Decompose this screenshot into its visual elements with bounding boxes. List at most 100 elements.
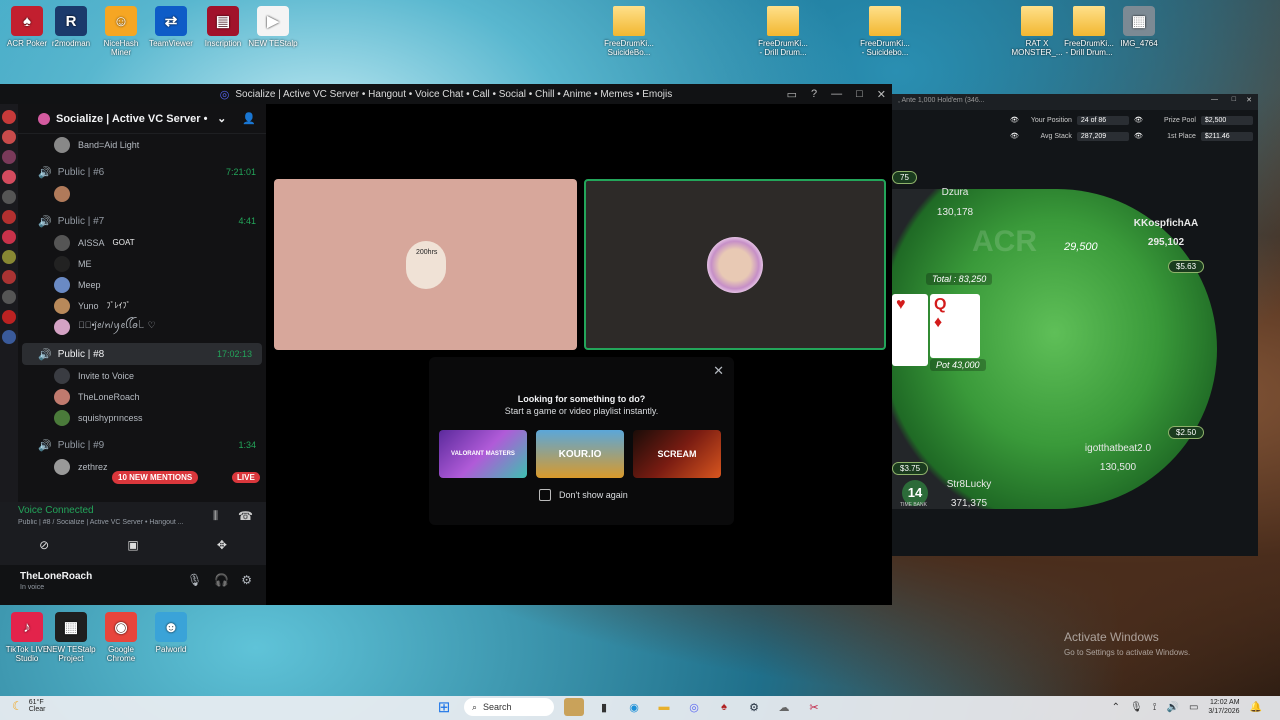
- channel-name: Public | #9: [57, 439, 105, 451]
- voice-member[interactable]: AISSA GOAT: [18, 232, 266, 253]
- desktop-icon-image: [1073, 6, 1105, 36]
- microphone-tray-icon[interactable]: 🎙: [1130, 702, 1143, 713]
- disconnect-icon[interactable]: ☎: [238, 509, 253, 523]
- noise-suppression-icon[interactable]: ⫼: [213, 510, 218, 523]
- start-windows-icon[interactable]: ⊞: [434, 698, 454, 716]
- voice-member[interactable]: Yuno ﾌﾞﾚｲﾌﾞ: [18, 295, 266, 316]
- server-icon[interactable]: [2, 270, 16, 284]
- channel-timer: 17:02:13: [216, 349, 252, 359]
- settings-icon[interactable]: ⚙: [241, 573, 252, 587]
- activity-game-valorant[interactable]: VALORANT MASTERS: [439, 430, 527, 478]
- server-icon[interactable]: [2, 290, 16, 304]
- battery-icon[interactable]: ▭: [1189, 702, 1198, 713]
- microphone-icon[interactable]: 🎙: [187, 573, 202, 587]
- desktop-icon-image: ☺: [105, 6, 137, 36]
- server-icon[interactable]: [2, 230, 16, 244]
- new-mentions-badge[interactable]: 10 NEW MENTIONS: [112, 471, 199, 484]
- desktop-icon[interactable]: ▦ NEW TEStalp Project: [44, 612, 98, 663]
- participant-tile[interactable]: 200hrs: [274, 179, 577, 350]
- file-explorer-icon[interactable]: ▬: [654, 698, 674, 716]
- eye-icon[interactable]: 👁: [1134, 116, 1143, 124]
- close-button[interactable]: ✕: [877, 88, 886, 101]
- minimize-button[interactable]: —: [1211, 96, 1218, 103]
- voice-member[interactable]: squishyprıncess: [18, 407, 266, 428]
- eye-icon[interactable]: 👁: [1010, 116, 1019, 124]
- desktop-icon[interactable]: FreeDrumKi... - Drill Drum...: [1062, 6, 1116, 57]
- server-icon[interactable]: [2, 130, 16, 144]
- server-icon[interactable]: [2, 330, 16, 344]
- player-name-hero: Str8Lucky: [946, 479, 992, 490]
- desktop-icon[interactable]: FreeDrumKi... - Drill Drum...: [756, 6, 810, 57]
- activities-icon[interactable]: ✥: [217, 538, 227, 552]
- volume-icon[interactable]: 🔊: [1166, 702, 1178, 713]
- close-icon[interactable]: ✕: [713, 363, 724, 379]
- participant-tile-speaking[interactable]: [584, 179, 886, 350]
- voice-member[interactable]: ME: [18, 253, 266, 274]
- widgets-icon[interactable]: [564, 698, 584, 716]
- camera-off-icon[interactable]: ⊘: [39, 538, 49, 552]
- voice-channel[interactable]: 🔊 Public | #8 17:02:13: [22, 343, 262, 365]
- eye-icon[interactable]: 👁: [1010, 132, 1019, 140]
- voice-member[interactable]: Invite to Voice: [18, 365, 266, 386]
- discord-taskbar-icon[interactable]: ◎: [684, 698, 704, 716]
- server-icon[interactable]: [2, 210, 16, 224]
- capcut-icon[interactable]: ✂: [804, 698, 824, 716]
- voice-member[interactable]: [18, 183, 266, 204]
- dont-show-again-checkbox[interactable]: [539, 489, 551, 501]
- activity-game-kourio[interactable]: KOUR.IO: [536, 430, 624, 478]
- desktop-icon[interactable]: ▦ IMG_4764: [1112, 6, 1166, 48]
- member-name: squishyprıncess: [78, 412, 143, 423]
- voice-channel[interactable]: 🔊 Public | #6 7:21:01: [18, 161, 266, 183]
- notification-icon[interactable]: 🔔: [1250, 702, 1262, 713]
- activity-game-scream[interactable]: SCREAM: [633, 430, 721, 478]
- server-icon[interactable]: [2, 150, 16, 164]
- chevron-down-icon[interactable]: ⌄: [217, 112, 226, 125]
- minimize-button[interactable]: —: [831, 88, 842, 100]
- server-header[interactable]: Socialize | Active VC Server • Han... ⌄ …: [18, 104, 266, 134]
- server-icon[interactable]: [2, 190, 16, 204]
- clock[interactable]: 12:02 AM 3/17/2026: [1208, 698, 1239, 716]
- desktop-icon[interactable]: FreeDrumKi... - Suicidebo...: [858, 6, 912, 57]
- edge-icon[interactable]: ◉: [624, 698, 644, 716]
- steam-icon[interactable]: ⚙: [744, 698, 764, 716]
- app-icon[interactable]: ☁: [774, 698, 794, 716]
- eye-icon[interactable]: 👁: [1134, 132, 1143, 140]
- desktop-icon[interactable]: FreeDrumKi... SuicideBo...: [602, 6, 656, 57]
- member-name: ME: [78, 258, 92, 269]
- close-button[interactable]: ✕: [1246, 96, 1252, 104]
- voice-member[interactable]: Meep: [18, 274, 266, 295]
- desktop-icon[interactable]: ☻ Palworld: [144, 612, 198, 654]
- desktop-icon[interactable]: ▶ NEW TEStalp: [246, 6, 300, 48]
- server-icon[interactable]: [2, 110, 16, 124]
- server-icon[interactable]: [2, 310, 16, 324]
- screen-share-icon[interactable]: ▣: [127, 538, 138, 552]
- desktop-icon[interactable]: ⇄ TeamViewer: [144, 6, 198, 48]
- voice-member[interactable]: TheLoneRoach: [18, 386, 266, 407]
- voice-channel-path[interactable]: Public | #8 / Socialize | Active VC Serv…: [18, 519, 204, 526]
- acr-taskbar-icon[interactable]: ♠: [714, 698, 734, 716]
- desktop-icon[interactable]: ◉ Google Chrome: [94, 612, 148, 663]
- add-friend-icon[interactable]: 👤: [242, 112, 256, 125]
- user-name[interactable]: TheLoneRoach: [20, 571, 92, 582]
- desktop-icon[interactable]: RAT X MONSTER_...: [1010, 6, 1064, 57]
- help-icon[interactable]: ?: [811, 88, 817, 100]
- weather-widget[interactable]: ☾ 61°F Clear: [12, 699, 46, 713]
- maximize-button[interactable]: □: [856, 88, 863, 100]
- voice-channel[interactable]: 🔊 Public | #9 1:34: [18, 434, 266, 456]
- file-manager-icon[interactable]: ▮: [594, 698, 614, 716]
- desktop-icon[interactable]: ▤ Inscription: [196, 6, 250, 48]
- maximize-button[interactable]: □: [1232, 96, 1236, 103]
- voice-member[interactable]: Band=Aid Light: [18, 134, 266, 155]
- inbox-icon[interactable]: ▭: [787, 88, 797, 101]
- desktop-icon-label: Google Chrome: [106, 645, 136, 663]
- voice-member[interactable]: ♡゚•͙ĵꫀ/ꪀ/ꪗꫀꪶꪶꪮ꒒ ♡: [18, 316, 266, 337]
- wifi-icon[interactable]: ⟟: [1153, 702, 1157, 713]
- headphones-icon[interactable]: 🎧: [214, 573, 229, 587]
- search-box[interactable]: ⌕ Search: [464, 698, 554, 716]
- desktop-icon[interactable]: Rr2modman: [44, 6, 98, 48]
- server-icon[interactable]: [2, 250, 16, 264]
- desktop-icon[interactable]: ☺ NiceHash Miner: [94, 6, 148, 57]
- server-icon[interactable]: [2, 170, 16, 184]
- voice-channel[interactable]: 🔊 Public | #7 4:41: [18, 210, 266, 232]
- tray-chevron-up-icon[interactable]: ⌃: [1112, 702, 1120, 713]
